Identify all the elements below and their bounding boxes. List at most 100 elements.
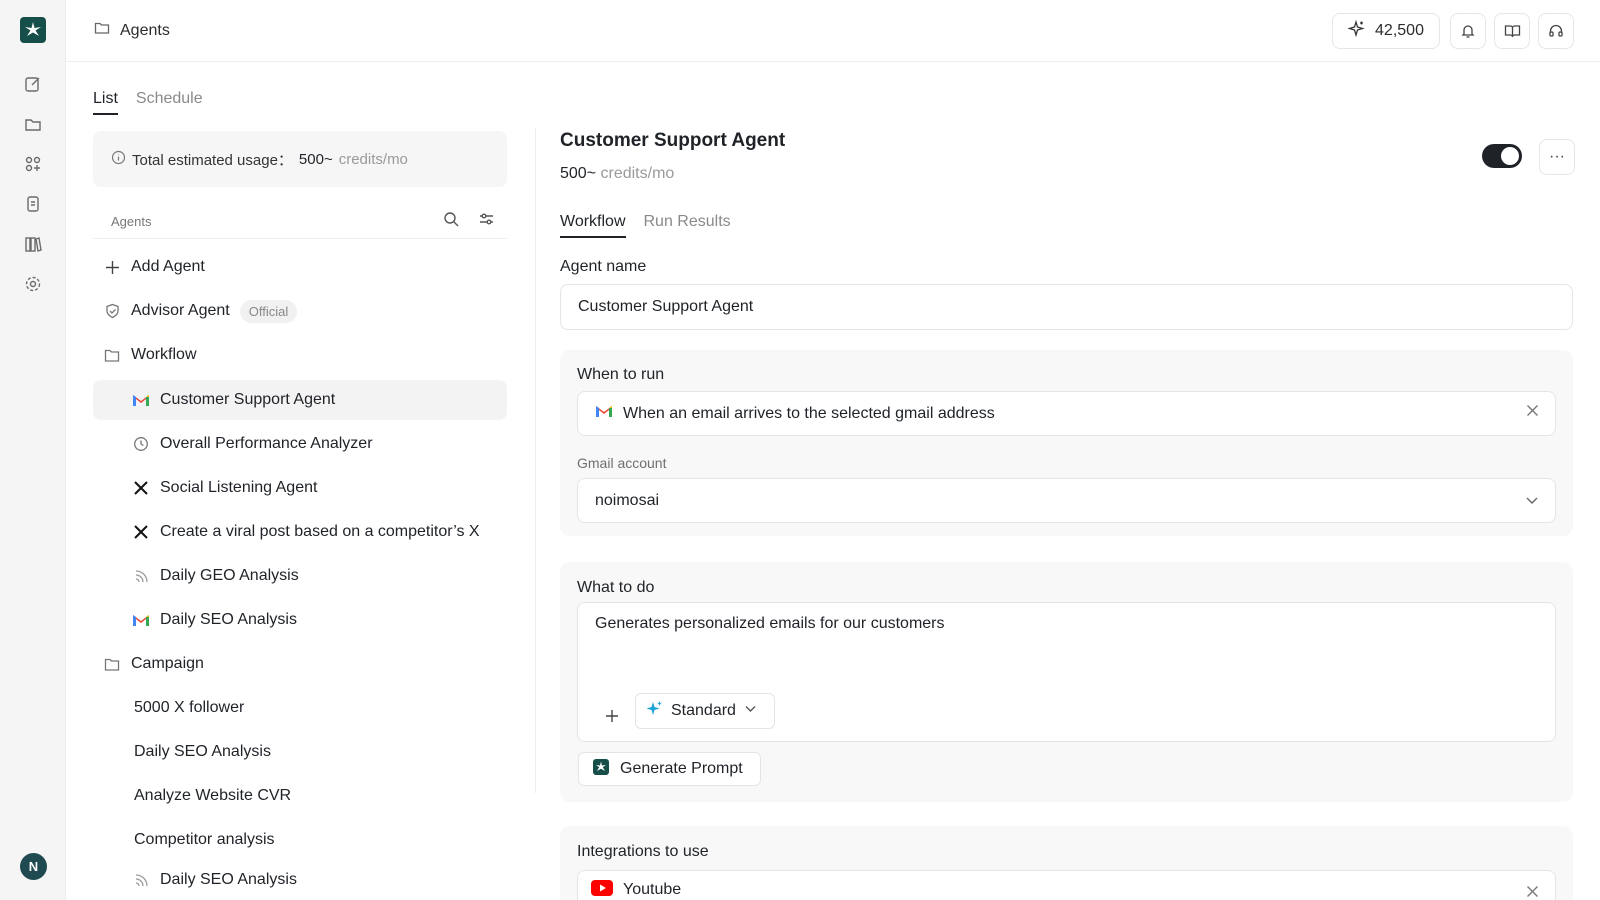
tree-item-label: Add Agent <box>131 258 205 275</box>
tree-item-daily-seo-analysis[interactable]: Daily SEO Analysis <box>93 600 507 640</box>
support-headset-icon[interactable] <box>1538 13 1574 49</box>
folder-icon[interactable] <box>23 114 43 134</box>
docs-book-icon[interactable] <box>1494 13 1530 49</box>
app-logo-icon[interactable] <box>20 17 46 43</box>
apps-icon[interactable] <box>23 154 43 174</box>
tree-folder-campaign[interactable]: Campaign <box>93 644 507 684</box>
integrations-section: Integrations to use Youtube <box>560 826 1573 900</box>
app-sidebar-rail: N <box>0 0 66 900</box>
usage-value: 500~ <box>298 150 333 168</box>
more-options-button[interactable]: ··· <box>1539 139 1575 175</box>
agent-name-input[interactable]: Customer Support Agent <box>560 284 1573 330</box>
tree-item-label: Overall Performance Analyzer <box>160 435 373 452</box>
folder-icon <box>103 346 121 364</box>
credits-balance: 42,500 <box>1375 22 1424 39</box>
user-avatar[interactable]: N <box>20 853 47 880</box>
total-usage-summary: Total estimated usage： 500~ credits/mo <box>93 131 507 187</box>
tree-item-label: Daily SEO Analysis <box>160 611 297 628</box>
tree-item-label: Competitor analysis <box>134 831 275 848</box>
tree-item-label: Social Listening Agent <box>160 479 318 496</box>
tree-item-competitor-analysis[interactable]: Competitor analysis <box>93 820 507 860</box>
toggle-knob <box>1501 147 1519 165</box>
when-to-run-section: When to run When an email arrives to the… <box>560 350 1573 536</box>
tree-item-analyze-website-cvr[interactable]: Analyze Website CVR <box>93 776 507 816</box>
tree-item-label: Daily SEO Analysis <box>134 743 271 760</box>
gmail-account-select[interactable]: noimosai <box>577 478 1556 523</box>
tab-workflow[interactable]: Workflow <box>560 213 626 238</box>
documents-icon[interactable] <box>23 194 43 214</box>
add-attachment-plus-icon[interactable] <box>605 709 619 728</box>
tree-item-advisor-agent[interactable]: Advisor Agent Official <box>93 291 507 331</box>
sparkle-icon <box>646 700 663 722</box>
ellipsis-icon: ··· <box>1549 148 1565 165</box>
detail-tabs: Workflow Run Results <box>560 213 731 238</box>
rss-icon <box>132 871 150 889</box>
agent-enabled-toggle[interactable] <box>1482 144 1522 168</box>
gmail-account-value: noimosai <box>595 491 660 509</box>
what-to-do-section: What to do Generates personalized emails… <box>560 562 1573 802</box>
tree-item-create-viral-post[interactable]: Create a viral post based on a competito… <box>93 512 507 552</box>
credits-balance-button[interactable]: 42,500 <box>1332 13 1440 49</box>
usage-label: Total estimated usage： <box>132 151 293 169</box>
remove-trigger-close-icon[interactable] <box>1526 404 1539 422</box>
tree-item-daily-seo-analysis-3[interactable]: Daily SEO Analysis <box>93 864 507 896</box>
tree-item-label: 5000 X follower <box>134 699 245 716</box>
tree-item-label: Daily GEO Analysis <box>160 567 299 584</box>
x-logo-icon <box>132 523 150 541</box>
tree-item-label: Advisor Agent <box>131 302 230 319</box>
remove-integration-close-icon[interactable] <box>1526 885 1539 900</box>
tree-item-label: Customer Support Agent <box>160 391 336 408</box>
x-logo-icon <box>132 479 150 497</box>
filter-sliders-icon[interactable] <box>478 211 495 231</box>
compose-icon[interactable] <box>23 74 43 94</box>
tree-item-social-listening-agent[interactable]: Social Listening Agent <box>93 468 507 508</box>
gmail-icon <box>132 611 150 629</box>
top-bar: Agents 42,500 <box>66 0 1600 62</box>
tab-list[interactable]: List <box>93 90 118 115</box>
agent-name-value: Customer Support Agent <box>578 298 754 315</box>
tree-item-daily-seo-analysis-2[interactable]: Daily SEO Analysis <box>93 732 507 772</box>
shield-icon <box>103 302 121 320</box>
tree-item-label: Campaign <box>131 655 204 672</box>
gmail-icon <box>132 391 150 409</box>
clock-icon <box>132 435 150 453</box>
tab-run-results[interactable]: Run Results <box>644 213 731 238</box>
tree-item-5000-x-follower[interactable]: 5000 X follower <box>93 688 507 728</box>
folder-icon <box>94 20 110 41</box>
tree-item-label: Analyze Website CVR <box>134 787 292 804</box>
agent-cost-unit: credits/mo <box>600 165 675 182</box>
sparkle-icon <box>1347 19 1365 42</box>
generate-prompt-label: Generate Prompt <box>620 760 743 777</box>
model-selector-dropdown[interactable]: Standard <box>635 693 775 729</box>
tree-item-label: Create a viral post based on a competito… <box>160 523 480 540</box>
generate-prompt-button[interactable]: Generate Prompt <box>578 752 761 786</box>
tree-item-overall-performance-analyzer[interactable]: Overall Performance Analyzer <box>93 424 507 464</box>
tree-item-label: Daily SEO Analysis <box>160 871 297 888</box>
tree-folder-workflow[interactable]: Workflow <box>93 335 507 375</box>
trigger-field[interactable]: When an email arrives to the selected gm… <box>577 391 1556 436</box>
model-label: Standard <box>671 702 736 719</box>
settings-gear-icon[interactable] <box>23 274 43 294</box>
info-icon <box>111 150 126 169</box>
agents-list-header: Agents <box>93 205 507 239</box>
tab-schedule[interactable]: Schedule <box>136 90 203 115</box>
chevron-down-icon <box>744 702 757 720</box>
tree-item-customer-support-agent[interactable]: Customer Support Agent <box>93 380 507 420</box>
trigger-text: When an email arrives to the selected gm… <box>623 404 995 422</box>
agents-header-label: Agents <box>111 214 152 229</box>
youtube-icon <box>591 879 613 900</box>
add-agent-button[interactable]: Add Agent <box>93 247 507 287</box>
rss-icon <box>132 567 150 585</box>
list-tabs: List Schedule <box>93 90 203 115</box>
integration-item-youtube[interactable]: Youtube <box>577 870 1556 900</box>
notifications-bell-icon[interactable] <box>1450 13 1486 49</box>
search-icon[interactable] <box>443 211 460 231</box>
panel-divider <box>535 128 536 793</box>
gmail-icon <box>595 404 613 423</box>
breadcrumb-label: Agents <box>120 21 170 39</box>
tree-item-daily-geo-analysis[interactable]: Daily GEO Analysis <box>93 556 507 596</box>
library-icon[interactable] <box>23 234 43 254</box>
chevron-down-icon <box>1525 493 1539 512</box>
folder-icon <box>103 655 121 673</box>
breadcrumb: Agents <box>94 20 170 41</box>
